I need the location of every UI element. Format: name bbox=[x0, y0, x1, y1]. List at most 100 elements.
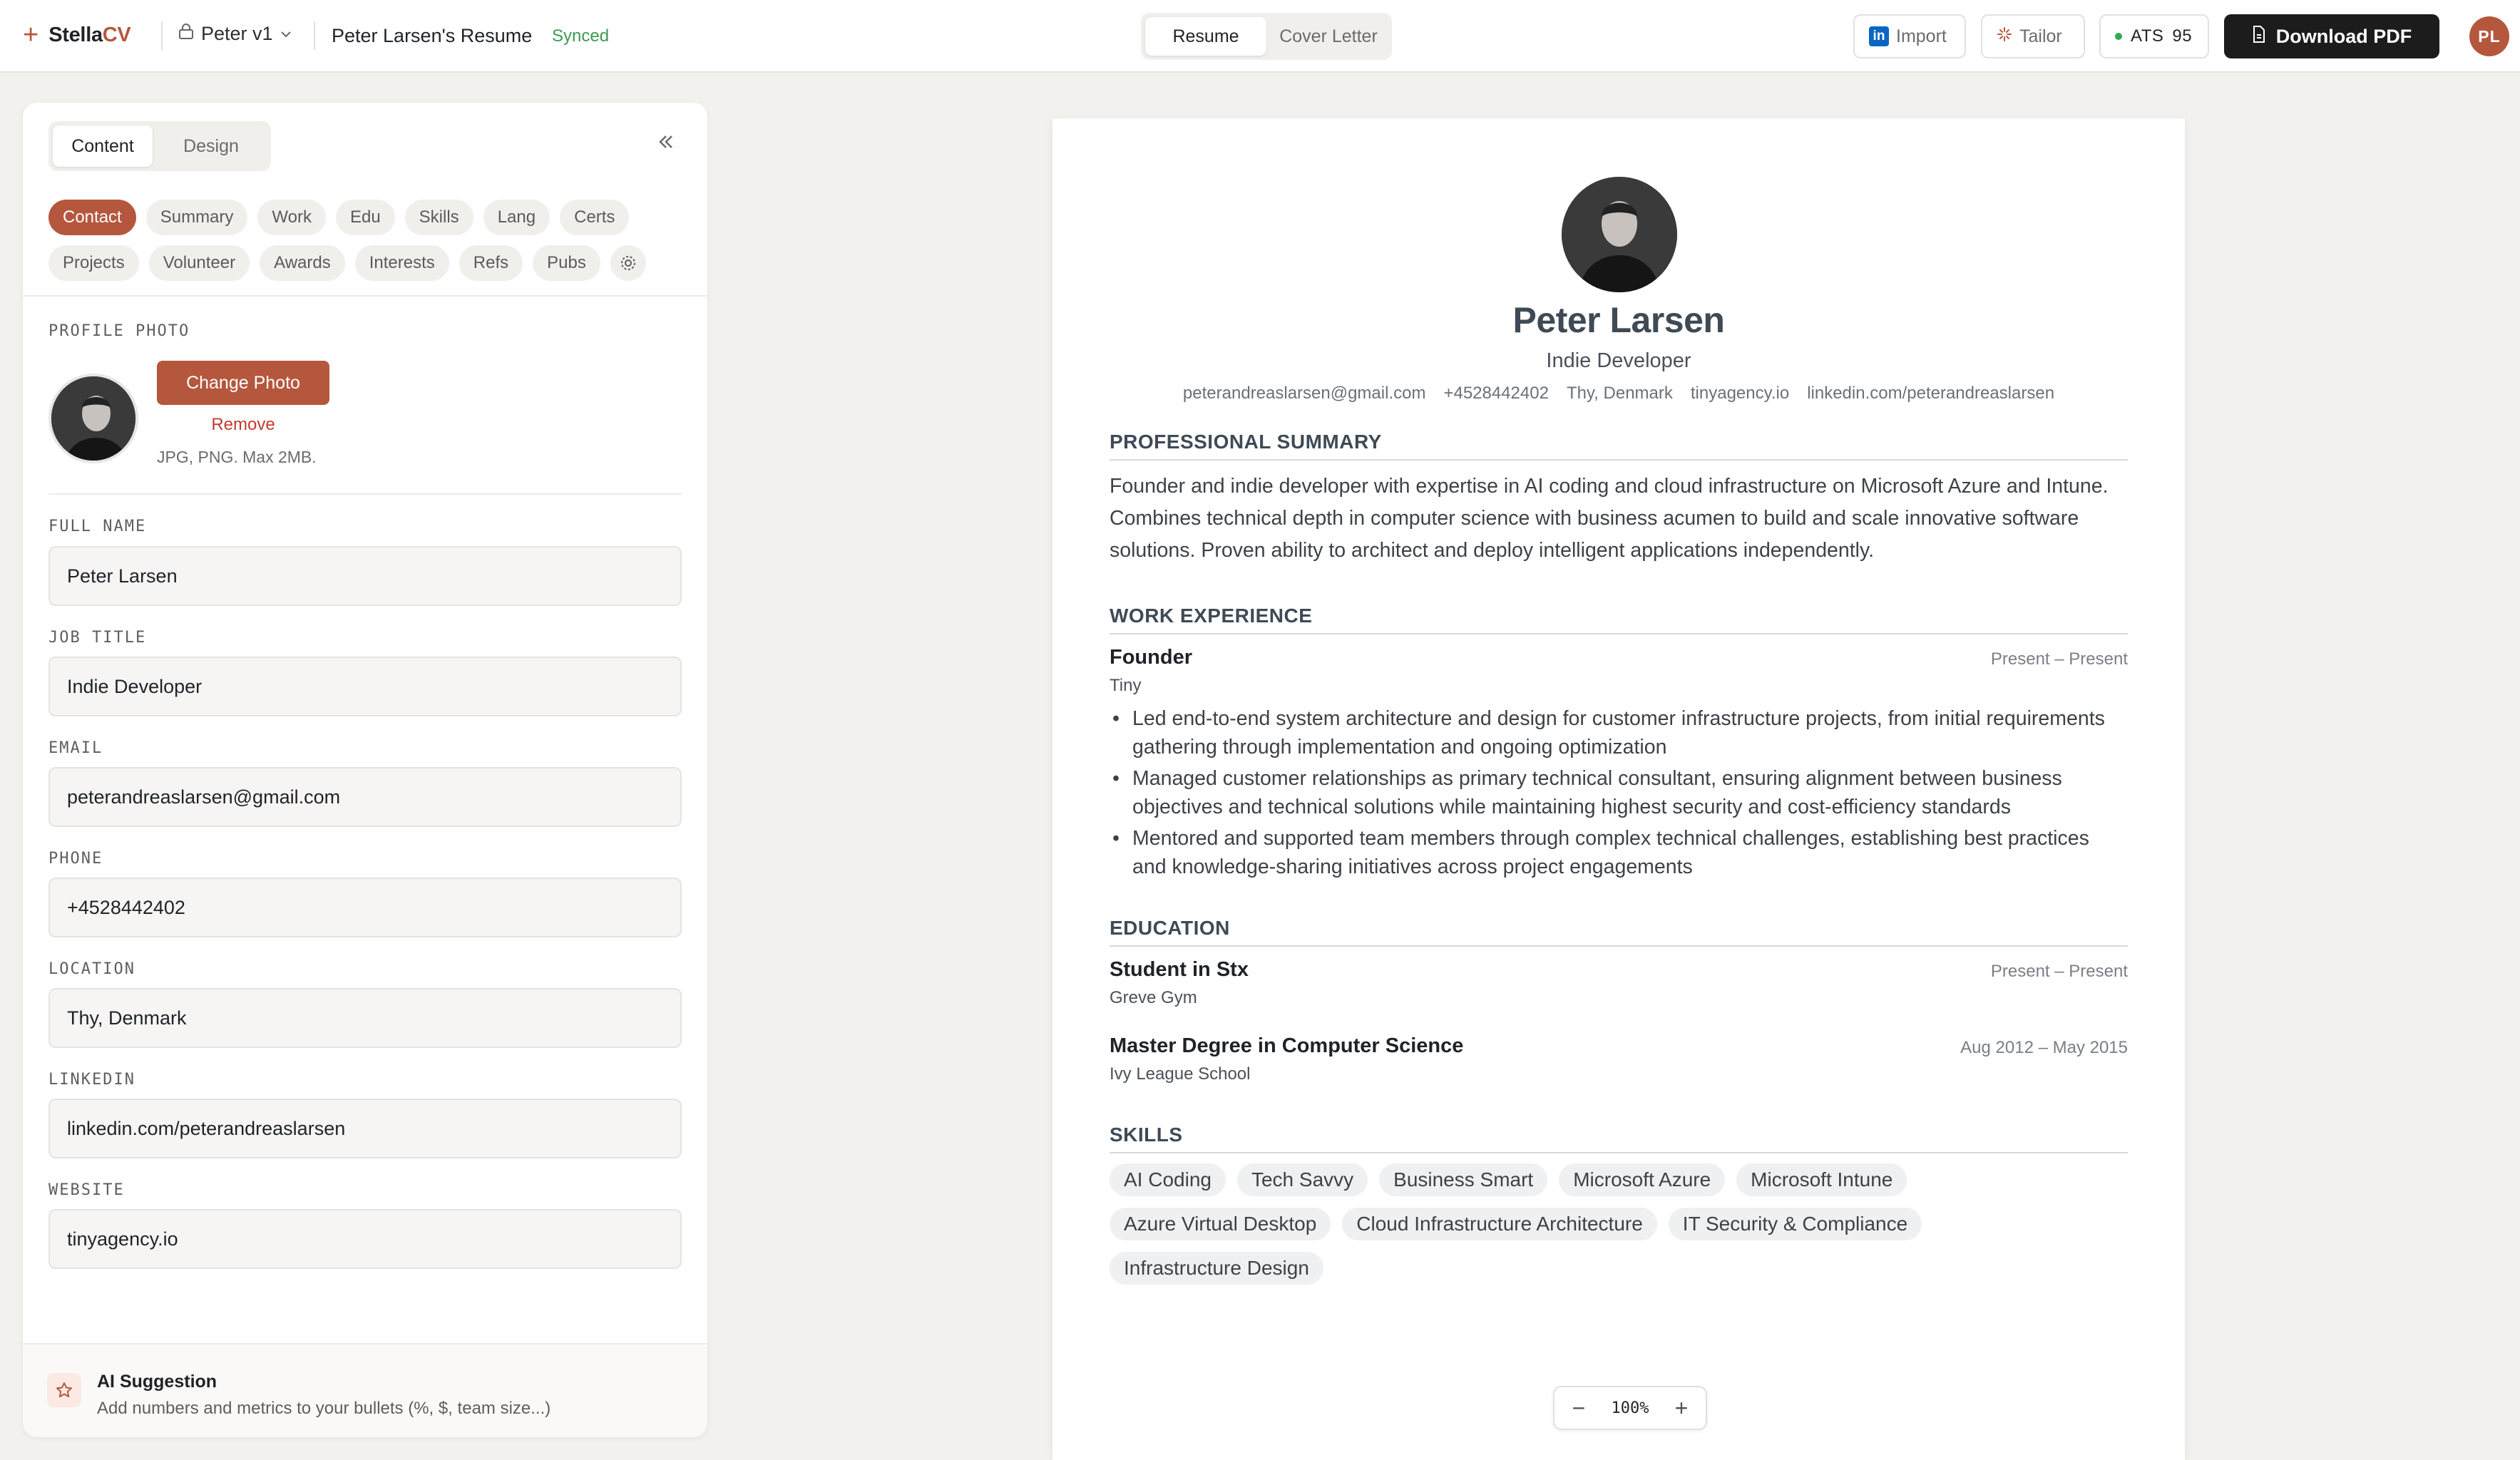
lock-icon bbox=[178, 23, 194, 45]
skill-tag: AI Coding bbox=[1110, 1163, 1226, 1196]
download-pdf-button[interactable]: Download PDF bbox=[2224, 14, 2439, 58]
import-button[interactable]: in Import bbox=[1853, 14, 1966, 58]
section-chip-projects[interactable]: Projects bbox=[48, 245, 139, 281]
full-name-label: FULL NAME bbox=[48, 518, 147, 535]
zoom-in-icon[interactable]: + bbox=[1670, 1397, 1693, 1419]
skill-tag: Azure Virtual Desktop bbox=[1110, 1208, 1331, 1240]
zoom-out-icon[interactable]: − bbox=[1567, 1397, 1590, 1419]
suggestion-text: Add numbers and metrics to your bullets … bbox=[97, 1399, 551, 1418]
education-degree: Student in Stx bbox=[1110, 958, 1249, 981]
resume-name: Peter Larsen bbox=[1512, 300, 1725, 340]
zoom-control: − 100% + bbox=[1553, 1386, 1707, 1430]
location-label: LOCATION bbox=[48, 960, 135, 978]
tab-design[interactable]: Design bbox=[155, 125, 267, 167]
version-selector[interactable]: Peter v1 bbox=[178, 23, 292, 45]
sync-status: Synced bbox=[552, 26, 610, 46]
section-chip-refs[interactable]: Refs bbox=[459, 245, 523, 281]
email-field[interactable]: peterandreaslarsen@gmail.com bbox=[48, 767, 682, 827]
list-item: Led end-to-end system architecture and d… bbox=[1110, 704, 2128, 761]
ai-suggestion[interactable]: AI Suggestion Add numbers and metrics to… bbox=[23, 1343, 707, 1437]
editor-panel: Content Design Contact Summary Work Edu … bbox=[23, 103, 707, 1437]
education-dates: Aug 2012 – May 2015 bbox=[1960, 1038, 2128, 1057]
tab-resume[interactable]: Resume bbox=[1145, 17, 1266, 56]
ats-score: 95 bbox=[2172, 26, 2193, 46]
education-school: Greve Gym bbox=[1110, 988, 1197, 1007]
resume-contacts: peterandreaslarsen@gmail.com +4528442402… bbox=[1052, 384, 2185, 403]
full-name-field[interactable]: Peter Larsen bbox=[48, 546, 682, 606]
resume-photo bbox=[1562, 177, 1677, 292]
version-label: Peter v1 bbox=[201, 23, 273, 44]
work-company: Tiny bbox=[1110, 676, 1142, 695]
tailor-button[interactable]: Tailor bbox=[1981, 14, 2085, 58]
tab-cover-letter[interactable]: Cover Letter bbox=[1269, 17, 1388, 56]
section-chip-interests[interactable]: Interests bbox=[354, 245, 449, 281]
star-icon bbox=[47, 1373, 81, 1407]
brand-name: StellaCV bbox=[48, 23, 131, 46]
resume-email: peterandreaslarsen@gmail.com bbox=[1182, 384, 1426, 403]
linkedin-icon: in bbox=[1869, 26, 1889, 46]
website-field[interactable]: tinyagency.io bbox=[48, 1209, 682, 1269]
plus-icon: + bbox=[23, 20, 39, 50]
list-item: Managed customer relationships as primar… bbox=[1110, 764, 2128, 821]
divider bbox=[161, 21, 163, 50]
skill-tag: Microsoft Intune bbox=[1736, 1163, 1907, 1196]
collapse-panel-icon[interactable] bbox=[656, 130, 676, 158]
section-chip-contact[interactable]: Contact bbox=[48, 200, 136, 235]
suggestion-title: AI Suggestion bbox=[97, 1372, 217, 1392]
email-label: EMAIL bbox=[48, 739, 103, 757]
education-school: Ivy League School bbox=[1110, 1064, 1251, 1084]
section-chip-lang[interactable]: Lang bbox=[483, 200, 550, 235]
skill-tag: Infrastructure Design bbox=[1110, 1252, 1323, 1285]
import-label: Import bbox=[1896, 26, 1947, 46]
photo-hint: JPG, PNG. Max 2MB. bbox=[157, 448, 317, 466]
gear-icon[interactable] bbox=[610, 245, 646, 281]
resume-phone: +4528442402 bbox=[1443, 384, 1549, 403]
ats-score-button[interactable]: ATS 95 bbox=[2099, 14, 2209, 58]
section-chip-certs[interactable]: Certs bbox=[560, 200, 630, 235]
section-chip-summary[interactable]: Summary bbox=[145, 200, 248, 235]
remove-photo-link[interactable]: Remove bbox=[157, 415, 329, 435]
location-field[interactable]: Thy, Denmark bbox=[48, 988, 682, 1048]
summary-heading: PROFESSIONAL SUMMARY bbox=[1110, 431, 2128, 461]
phone-label: PHONE bbox=[48, 850, 103, 868]
education-degree: Master Degree in Computer Science bbox=[1110, 1034, 1464, 1057]
skills-heading: SKILLS bbox=[1110, 1124, 2128, 1153]
section-chip-work[interactable]: Work bbox=[257, 200, 326, 235]
divider bbox=[314, 21, 315, 50]
resume-job-title: Indie Developer bbox=[1546, 349, 1691, 372]
section-chip-volunteer[interactable]: Volunteer bbox=[148, 245, 250, 281]
skill-tag: Tech Savvy bbox=[1236, 1163, 1368, 1196]
status-dot-icon bbox=[2115, 33, 2122, 40]
resume-website: tinyagency.io bbox=[1690, 384, 1790, 403]
tailor-label: Tailor bbox=[2019, 26, 2062, 46]
job-title-field[interactable]: Indie Developer bbox=[48, 657, 682, 716]
section-nav: Contact Summary Work Edu Skills Lang Cer… bbox=[48, 200, 690, 281]
sparkle-icon bbox=[1997, 26, 2012, 47]
section-chip-edu[interactable]: Edu bbox=[335, 200, 395, 235]
website-label: WEBSITE bbox=[48, 1181, 125, 1199]
skill-tag: Microsoft Azure bbox=[1559, 1163, 1726, 1196]
brand-logo[interactable]: + StellaCV bbox=[23, 20, 131, 50]
change-photo-button[interactable]: Change Photo bbox=[157, 361, 329, 405]
user-avatar[interactable]: PL bbox=[2469, 16, 2509, 56]
chevron-down-icon bbox=[280, 26, 292, 41]
linkedin-field[interactable]: linkedin.com/peterandreaslarsen bbox=[48, 1099, 682, 1158]
tab-content[interactable]: Content bbox=[53, 125, 153, 167]
work-bullets: Led end-to-end system architecture and d… bbox=[1110, 704, 2128, 884]
skills-list: AI Coding Tech Savvy Business Smart Micr… bbox=[1110, 1163, 2128, 1285]
document-title[interactable]: Peter Larsen's Resume bbox=[332, 25, 532, 47]
top-bar: + StellaCV Peter v1 Peter Larsen's Resum… bbox=[0, 0, 2520, 73]
education-dates: Present – Present bbox=[1990, 962, 2128, 981]
section-chip-pubs[interactable]: Pubs bbox=[533, 245, 600, 281]
list-item: Mentored and supported team members thro… bbox=[1110, 824, 2128, 881]
phone-field[interactable]: +4528442402 bbox=[48, 878, 682, 937]
linkedin-label: LINKEDIN bbox=[48, 1071, 135, 1089]
work-dates: Present – Present bbox=[1990, 649, 2128, 669]
summary-text: Founder and indie developer with experti… bbox=[1110, 475, 2109, 562]
section-chip-awards[interactable]: Awards bbox=[260, 245, 345, 281]
profile-photo bbox=[48, 374, 138, 463]
file-icon bbox=[2252, 25, 2266, 48]
skill-tag: Business Smart bbox=[1379, 1163, 1548, 1196]
section-chip-skills[interactable]: Skills bbox=[404, 200, 473, 235]
resume-location: Thy, Denmark bbox=[1566, 384, 1673, 403]
